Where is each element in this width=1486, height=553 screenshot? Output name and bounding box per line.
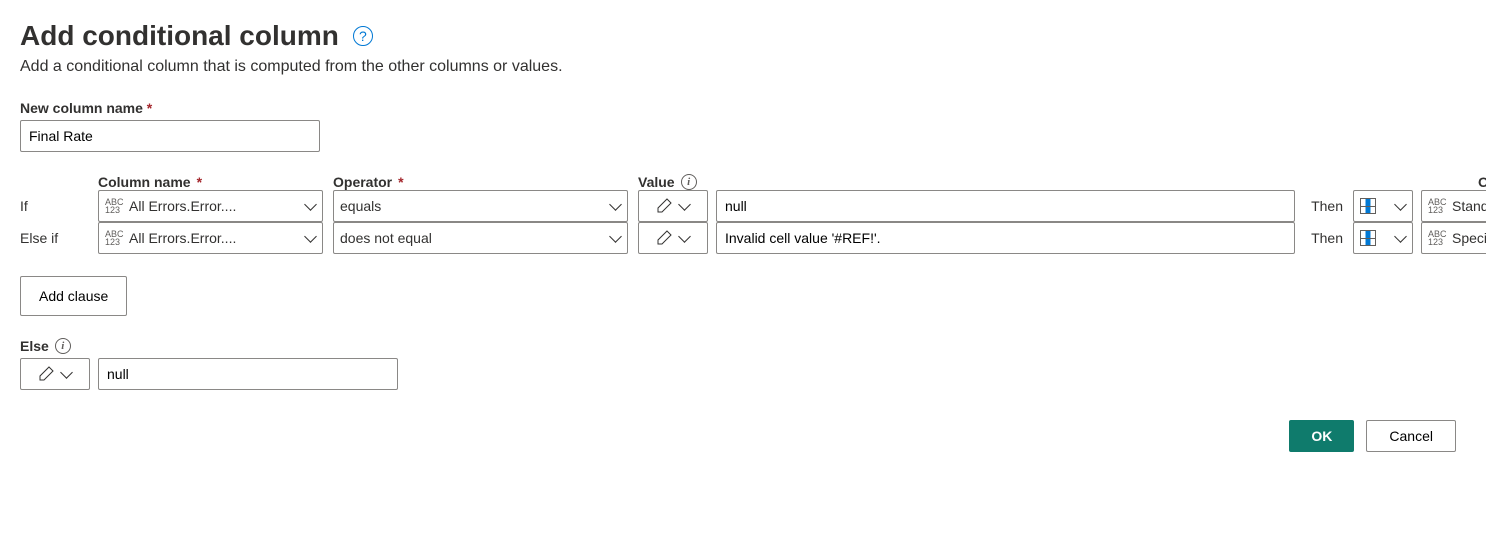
- chevron-down-icon: [609, 200, 621, 212]
- operator-dropdown[interactable]: does not equal: [333, 222, 628, 254]
- then-label: Then: [1303, 230, 1343, 246]
- info-icon[interactable]: i: [55, 338, 71, 354]
- chevron-down-icon: [1394, 232, 1406, 244]
- chevron-down-icon: [609, 232, 621, 244]
- chevron-down-icon: [678, 232, 690, 244]
- column-icon: [1360, 230, 1376, 246]
- info-icon[interactable]: i: [681, 174, 697, 190]
- datatype-icon: ABC123: [105, 230, 123, 246]
- datatype-icon: ABC123: [1428, 198, 1446, 214]
- add-clause-button[interactable]: Add clause: [20, 276, 127, 316]
- dialog-subtitle: Add a conditional column that is compute…: [20, 58, 1466, 76]
- chevron-down-icon: [678, 200, 690, 212]
- col-header-value: Valuei: [638, 174, 1343, 190]
- column-icon: [1360, 198, 1376, 214]
- value-input[interactable]: [716, 190, 1295, 222]
- chevron-down-icon: [1394, 200, 1406, 212]
- then-label: Then: [1303, 198, 1343, 214]
- help-icon[interactable]: ?: [353, 26, 373, 46]
- output-type-dropdown[interactable]: [1353, 190, 1413, 222]
- value-type-dropdown[interactable]: [638, 190, 708, 222]
- col-header-column: Column name: [98, 174, 323, 190]
- else-label: Elsei: [20, 338, 1466, 354]
- pencil-icon: [656, 230, 672, 246]
- value-input[interactable]: [716, 222, 1295, 254]
- column-dropdown[interactable]: ABC123All Errors.Error....: [98, 190, 323, 222]
- else-input[interactable]: [98, 358, 398, 390]
- pencil-icon: [38, 366, 54, 382]
- column-dropdown[interactable]: ABC123All Errors.Error....: [98, 222, 323, 254]
- chevron-down-icon: [60, 368, 72, 380]
- new-col-label: New column name: [20, 100, 152, 116]
- clause-keyword: If: [20, 198, 88, 214]
- output-dropdown[interactable]: ABC123Special Rate: [1421, 222, 1486, 254]
- datatype-icon: ABC123: [1428, 230, 1446, 246]
- ok-button[interactable]: OK: [1289, 420, 1354, 452]
- chevron-down-icon: [304, 232, 316, 244]
- new-col-input[interactable]: [20, 120, 320, 152]
- dialog-title: Add conditional column: [20, 20, 339, 52]
- chevron-down-icon: [304, 200, 316, 212]
- cancel-button[interactable]: Cancel: [1366, 420, 1456, 452]
- datatype-icon: ABC123: [105, 198, 123, 214]
- pencil-icon: [656, 198, 672, 214]
- col-header-operator: Operator: [333, 174, 628, 190]
- operator-dropdown[interactable]: equals: [333, 190, 628, 222]
- output-dropdown[interactable]: ABC123Standard Rate: [1421, 190, 1486, 222]
- else-type-dropdown[interactable]: [20, 358, 90, 390]
- value-type-dropdown[interactable]: [638, 222, 708, 254]
- clause-keyword: Else if: [20, 230, 88, 246]
- output-type-dropdown[interactable]: [1353, 222, 1413, 254]
- col-header-output: Outputi: [1478, 174, 1486, 190]
